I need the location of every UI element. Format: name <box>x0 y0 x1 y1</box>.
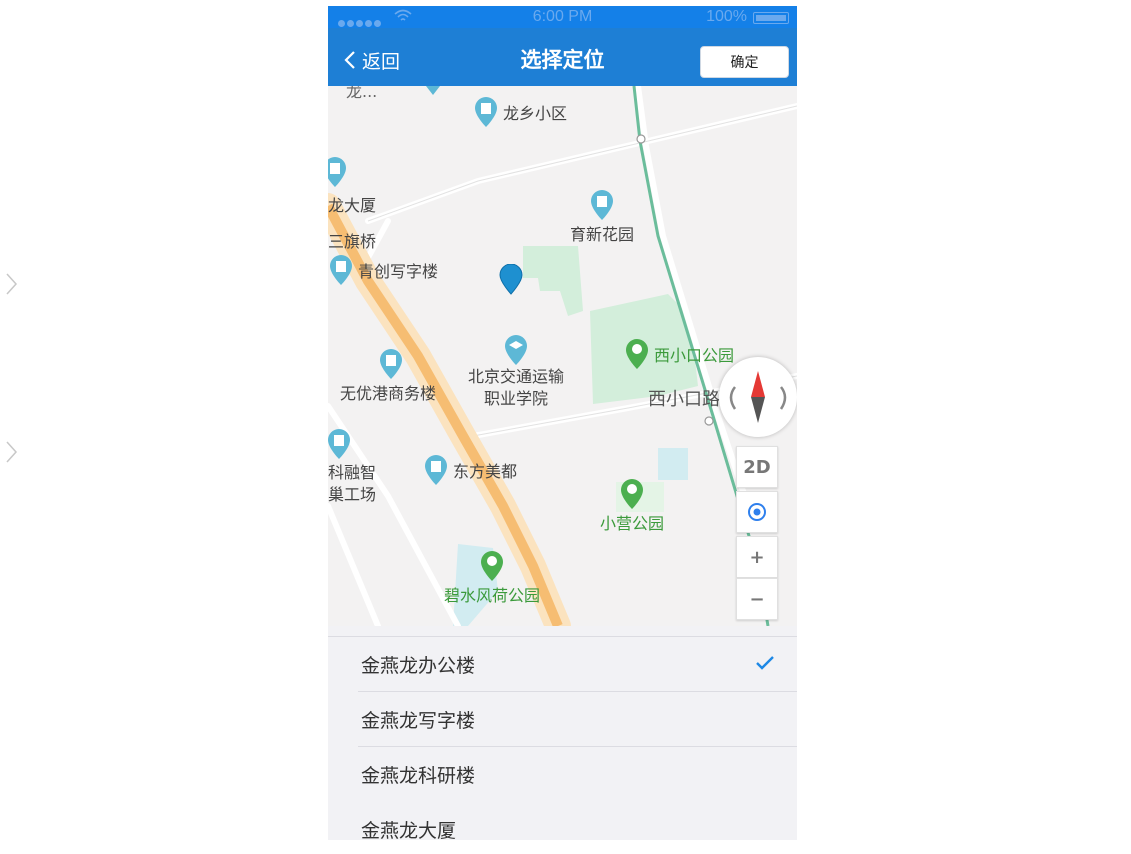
building-pin-icon <box>330 255 352 285</box>
building-pin-icon <box>328 429 350 459</box>
building-pin-icon <box>475 97 497 127</box>
building-pin-icon <box>380 349 402 379</box>
confirm-button[interactable]: 确定 <box>700 46 789 78</box>
poi-longxiang[interactable]: 龙乡小区 <box>473 96 567 128</box>
checkmark-icon <box>756 656 774 670</box>
poi-dasha[interactable] <box>328 156 348 188</box>
park-pin-icon <box>621 479 643 509</box>
selected-location-marker-icon <box>499 264 523 295</box>
park-pin-icon <box>481 551 503 581</box>
zoom-out-button[interactable]: − <box>736 578 778 620</box>
map-label[interactable]: 龙... <box>342 86 377 102</box>
park-pin-icon <box>626 339 648 369</box>
chevron-right-icon <box>6 273 18 295</box>
poi-yuxin[interactable]: 育新花园 <box>570 189 634 245</box>
poi-sanqiqiao[interactable]: 三旗桥 <box>328 228 376 252</box>
building-pin-icon <box>591 190 613 220</box>
chevron-right-icon <box>6 441 18 463</box>
poi-kerong-label[interactable]: 科融智 巢工场 <box>328 462 376 506</box>
location-name: 金燕龙大厦 <box>361 820 457 840</box>
2d-mode-button[interactable]: 2D <box>736 446 778 488</box>
map-view[interactable]: 龙... 龙乡小区 龙大厦 三旗桥 育新花园 青创写字楼 西小口公园 无优港商务… <box>328 86 797 626</box>
poi-xiaoying-park[interactable]: 小营公园 <box>600 478 664 534</box>
zoom-in-button[interactable]: + <box>736 536 778 578</box>
poi-xixiaokou-park[interactable]: 西小口公园 <box>624 338 734 370</box>
nav-bar: 返回 选择定位 确定 <box>328 28 797 86</box>
battery-percent: 100% <box>706 8 747 25</box>
building-pin-icon <box>425 455 447 485</box>
road-label-xixiaokou: 西小口路 <box>648 389 720 410</box>
compass-button[interactable] <box>719 357 797 437</box>
compass-icon <box>729 371 787 423</box>
list-item[interactable]: 金燕龙写字楼 <box>328 692 797 747</box>
battery-icon <box>753 12 789 24</box>
building-pin-icon <box>328 157 346 187</box>
location-name: 金燕龙写字楼 <box>361 710 476 732</box>
phone-screen: 6:00 PM 100% 返回 选择定位 确定 龙... 龙乡小区 龙大厦 三旗… <box>328 6 797 840</box>
locate-icon <box>748 503 766 521</box>
poi-beijing-jiaotong[interactable]: 北京交通运输 职业学院 <box>468 334 564 410</box>
poi-dongfang[interactable]: 东方美都 <box>423 454 517 486</box>
location-name: 金燕龙科研楼 <box>361 765 476 787</box>
list-item[interactable]: 金燕龙科研楼 <box>328 747 797 802</box>
status-bar: 6:00 PM 100% <box>328 6 797 28</box>
list-item[interactable]: 金燕龙大厦 <box>328 802 797 840</box>
location-name: 金燕龙办公楼 <box>361 655 476 677</box>
list-item[interactable]: 金燕龙办公楼 <box>328 637 797 692</box>
poi-dasha-label[interactable]: 龙大厦 <box>328 192 376 216</box>
location-list: 金燕龙办公楼 金燕龙写字楼 金燕龙科研楼 金燕龙大厦 <box>328 636 797 840</box>
poi-wuyougang-label[interactable]: 无优港商务楼 <box>340 380 436 404</box>
poi-bishui-park[interactable]: 碧水风荷公园 <box>444 550 540 606</box>
school-pin-icon <box>505 335 527 365</box>
poi-qingchuang[interactable]: 青创写字楼 <box>328 254 438 286</box>
locate-me-button[interactable] <box>736 491 778 533</box>
poi-kerong[interactable] <box>328 428 352 460</box>
